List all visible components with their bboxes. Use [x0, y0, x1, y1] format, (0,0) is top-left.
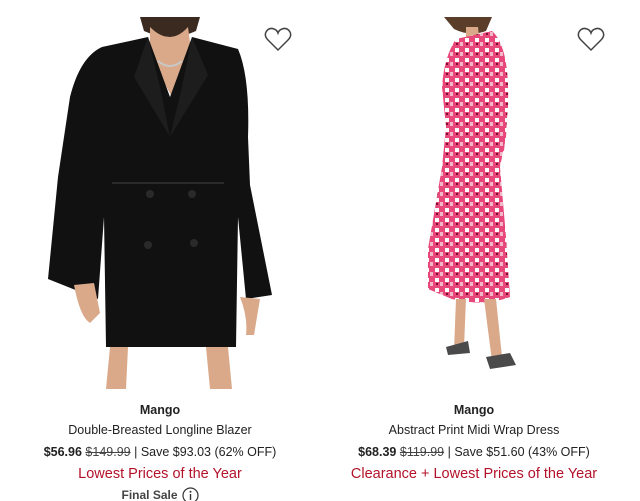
heart-outline-icon[interactable] — [577, 27, 605, 53]
brand-name[interactable]: Mango — [10, 402, 310, 418]
info-icon[interactable] — [181, 486, 199, 501]
promo-label: Lowest Prices of the Year — [78, 466, 242, 482]
final-sale-text: Final Sale — [121, 488, 178, 501]
savings-text: | Save $51.60 (43% OFF) — [447, 445, 590, 459]
product-image[interactable] — [324, 17, 624, 389]
original-price: $149.99 — [85, 445, 131, 459]
product-info: Mango Abstract Print Midi Wrap Dress $68… — [324, 402, 624, 483]
heart-outline-icon[interactable] — [264, 27, 292, 53]
brand-name[interactable]: Mango — [324, 402, 624, 418]
price-row: $56.96 $149.99 | Save $93.03 (62% OFF) — [10, 444, 310, 460]
price-row: $68.39 $119.99 | Save $51.60 (43% OFF) — [324, 444, 624, 460]
product-image[interactable] — [10, 17, 310, 389]
promo-label: Clearance + Lowest Prices of the Year — [350, 466, 598, 482]
savings-text: | Save $93.03 (62% OFF) — [134, 445, 277, 459]
product-name[interactable]: Double-Breasted Longline Blazer — [10, 422, 310, 438]
product-card[interactable]: Mango Double-Breasted Longline Blazer $5… — [10, 0, 310, 501]
original-price: $119.99 — [399, 445, 445, 459]
sale-price: $68.39 — [358, 445, 397, 459]
product-info: Mango Double-Breasted Longline Blazer $5… — [10, 402, 310, 501]
product-name[interactable]: Abstract Print Midi Wrap Dress — [324, 422, 624, 438]
final-sale-label: Final Sale — [121, 486, 199, 501]
sale-price: $56.96 — [43, 445, 82, 459]
product-card[interactable]: Mango Abstract Print Midi Wrap Dress $68… — [324, 0, 624, 501]
